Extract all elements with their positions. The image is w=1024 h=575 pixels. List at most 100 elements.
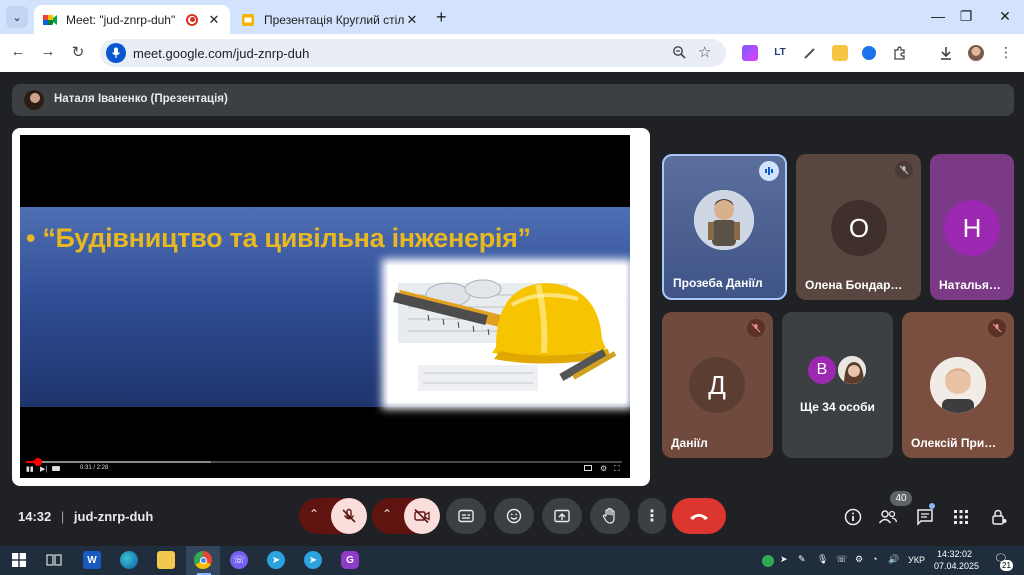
task-view-icon[interactable] xyxy=(45,551,63,569)
captions-icon xyxy=(458,509,474,523)
video-progress-bar[interactable] xyxy=(26,458,622,466)
google-slides-icon xyxy=(242,13,254,26)
telegram-icon[interactable]: ➤ xyxy=(267,551,285,569)
next-icon[interactable]: ▶| xyxy=(40,465,47,473)
tray-settings-icon[interactable]: ⚙ xyxy=(855,554,863,565)
hard-hat-illustration xyxy=(388,265,626,403)
present-screen-button[interactable] xyxy=(542,498,582,534)
participant-name: Олексій При… xyxy=(911,436,997,450)
presentation-stage[interactable]: • “Будівництво та цивільна інженерія” ▮▮… xyxy=(12,128,650,486)
edge-icon[interactable] xyxy=(120,551,138,569)
chrome-icon[interactable] xyxy=(194,551,212,569)
slide-title: • “Будівництво та цивільна інженерія” xyxy=(26,223,531,253)
extension-lt-icon[interactable]: LT xyxy=(772,45,788,61)
participant-tile-olena[interactable]: О Олена Бондар… xyxy=(796,154,921,300)
raise-hand-button[interactable] xyxy=(590,498,630,534)
speaking-indicator-icon xyxy=(759,161,779,181)
file-explorer-icon[interactable] xyxy=(157,551,175,569)
word-icon[interactable]: W xyxy=(83,551,101,569)
download-icon[interactable] xyxy=(938,45,954,61)
tray-telegram-icon[interactable]: ➤ xyxy=(780,554,788,565)
leave-call-button[interactable] xyxy=(672,498,726,534)
tab-close-button[interactable]: ✕ xyxy=(206,12,222,28)
bookmark-star-icon[interactable]: ☆ xyxy=(698,43,711,61)
present-icon xyxy=(554,509,570,523)
participant-name: Олена Бондар… xyxy=(805,278,903,292)
address-bar[interactable]: meet.google.com/jud-znrp-duh ☆ xyxy=(100,39,726,67)
more-participants-tile[interactable]: В Ще 34 особи xyxy=(782,312,893,458)
camera-control[interactable]: ⌃ xyxy=(372,498,440,534)
close-window-button[interactable]: ✕ xyxy=(995,8,1015,25)
presenter-avatar xyxy=(24,90,44,110)
meeting-details-button[interactable] xyxy=(842,506,864,528)
chrome-menu-icon[interactable]: ⋮ xyxy=(998,45,1014,61)
tab-close-button[interactable]: ✕ xyxy=(404,12,420,28)
windows-start-icon[interactable] xyxy=(10,551,28,569)
camera-off-icon xyxy=(414,508,430,524)
participant-tile-daniil[interactable]: Д Даніїл xyxy=(662,312,773,458)
keyboard-language[interactable]: УКР xyxy=(908,555,925,565)
back-icon[interactable]: ← xyxy=(7,43,29,60)
play-pause-icon[interactable]: ▮▮ xyxy=(26,465,34,473)
video-options-chevron-icon[interactable]: ⌃ xyxy=(382,507,392,521)
separator: | xyxy=(60,509,65,524)
participant-name: Прозеба Даніїл xyxy=(673,276,763,290)
reactions-button[interactable] xyxy=(494,498,534,534)
reload-icon[interactable]: ↻ xyxy=(67,43,89,61)
microphone-in-use-icon[interactable] xyxy=(106,43,126,63)
settings-icon[interactable]: ⚙ xyxy=(600,464,607,473)
tab-presentation[interactable]: Презентація Круглий стіл «Мо ✕ xyxy=(232,5,428,34)
participant-tile-oleksii[interactable]: Олексій При… xyxy=(902,312,1014,458)
chat-button[interactable] xyxy=(914,506,936,528)
slide: • “Будівництво та цивільна інженерія” xyxy=(20,207,630,407)
microphone-control[interactable]: ⌃ xyxy=(299,498,367,534)
tray-status-icon[interactable] xyxy=(762,555,774,567)
minimize-button[interactable]: — xyxy=(928,8,948,24)
restore-button[interactable]: ❐ xyxy=(956,8,976,25)
presentation-video[interactable]: • “Будівництво та цивільна інженерія” ▮▮… xyxy=(20,135,630,478)
extension-pen-icon[interactable] xyxy=(742,45,758,61)
meet-window: Наталя Іваненко (Презентація) • “Будівни… xyxy=(0,72,1024,546)
tray-pen-icon[interactable]: ✎ xyxy=(798,554,806,565)
extension-blue-dot-icon[interactable] xyxy=(862,46,876,60)
player-time: 0:31 / 2:28 xyxy=(80,465,109,471)
tab-meet[interactable]: Meet: "jud-znrp-duh" ✕ xyxy=(34,5,230,34)
zoom-icon[interactable] xyxy=(672,45,686,62)
activities-button[interactable] xyxy=(950,506,972,528)
subtitles-icon[interactable] xyxy=(584,465,592,471)
clock-time[interactable]: 14:32:02 xyxy=(937,549,972,559)
more-vert-icon: ⋮ xyxy=(644,508,660,525)
host-controls-button[interactable] xyxy=(988,506,1010,528)
mic-toggle-button[interactable] xyxy=(331,498,367,534)
participant-tile-prozeba[interactable]: Прозеба Даніїл xyxy=(662,154,787,300)
tab-search-button[interactable]: ⌄ xyxy=(6,6,28,28)
extension-eyedropper-icon[interactable] xyxy=(802,45,818,61)
ai-app-icon[interactable]: G xyxy=(341,551,359,569)
fullscreen-icon[interactable]: ⛶ xyxy=(614,464,620,474)
viber-icon[interactable]: ☏ xyxy=(230,551,248,569)
new-tab-button[interactable]: + xyxy=(436,7,447,28)
profile-avatar[interactable] xyxy=(968,45,984,61)
audio-options-chevron-icon[interactable]: ⌃ xyxy=(309,507,319,521)
captions-button[interactable] xyxy=(446,498,486,534)
participant-tile-natalia[interactable]: Н Наталья… xyxy=(930,154,1014,300)
forward-icon[interactable]: → xyxy=(37,43,59,60)
telegram-2-icon[interactable]: ➤ xyxy=(304,551,322,569)
camera-toggle-button[interactable] xyxy=(404,498,440,534)
wifi-icon[interactable]: ◔ xyxy=(872,554,877,564)
more-participants-label: Ще 34 особи xyxy=(800,400,875,414)
more-options-button[interactable]: ⋮ xyxy=(638,498,666,534)
tab-strip: ⌄ Meet: "jud-znrp-duh" ✕ Презентація Кру… xyxy=(0,0,1024,34)
volume-icon[interactable]: 🔊 xyxy=(888,554,899,565)
tab-title: Презентація Круглий стіл «Мо xyxy=(264,12,404,27)
hand-icon xyxy=(602,507,615,524)
people-button[interactable] xyxy=(877,506,899,528)
participant-avatar xyxy=(694,190,754,250)
tray-viber-icon[interactable]: ☏ xyxy=(836,554,847,565)
mic-off-icon xyxy=(988,319,1006,337)
tray-mic-icon[interactable]: 🎙 xyxy=(817,554,828,565)
clock-date[interactable]: 07.04.2025 xyxy=(934,561,979,571)
extensions-puzzle-icon[interactable] xyxy=(892,45,908,61)
volume-icon[interactable] xyxy=(52,466,60,471)
extension-yellow-icon[interactable] xyxy=(832,45,848,61)
